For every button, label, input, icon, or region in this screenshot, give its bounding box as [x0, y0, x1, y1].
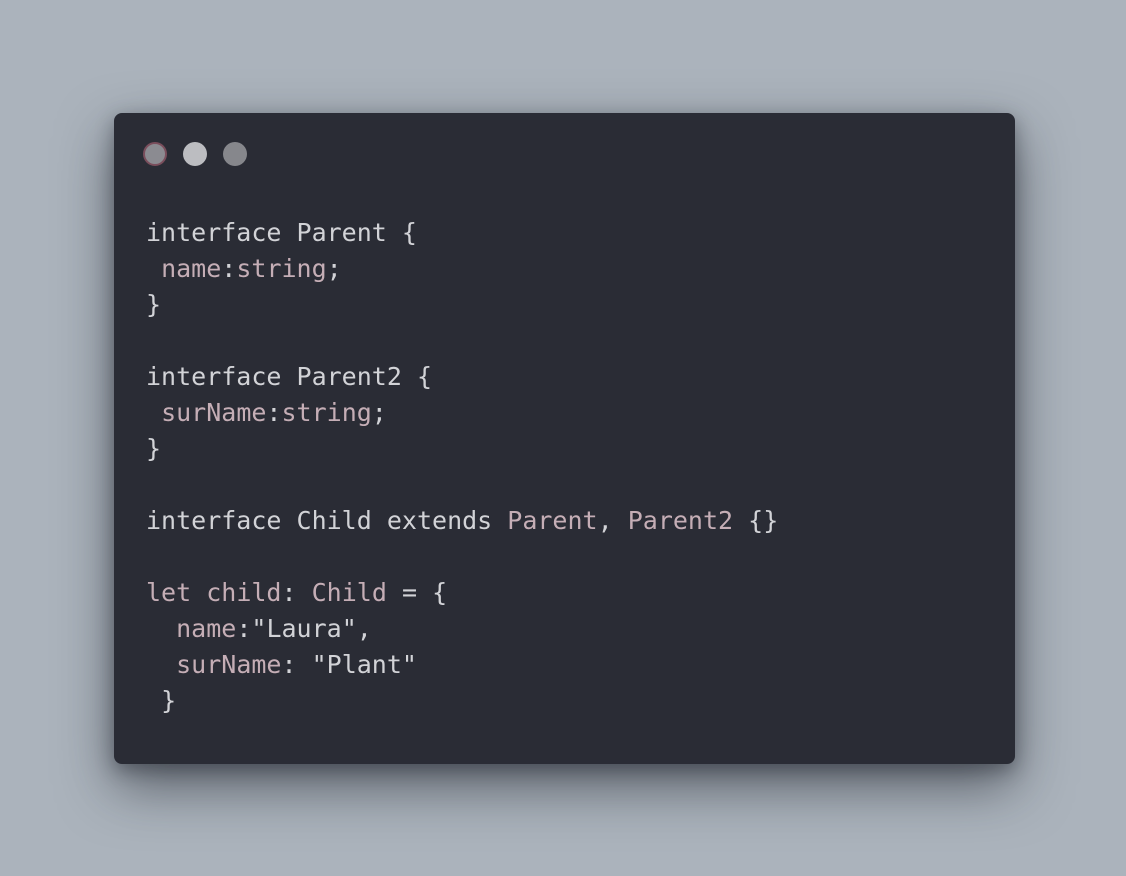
code-token: {}	[748, 506, 779, 535]
code-token: :	[236, 614, 252, 643]
code-line: surName: "Plant"	[146, 647, 778, 683]
code-token: ,	[356, 614, 372, 643]
code-line: name:"Laura",	[146, 611, 778, 647]
code-token: string	[236, 254, 327, 283]
code-token: surName	[176, 650, 282, 679]
code-token: "Laura"	[251, 614, 357, 643]
code-line: ​	[146, 467, 778, 503]
code-line: let child: Child = {	[146, 575, 778, 611]
code-token: interface	[146, 506, 282, 535]
code-line: interface Parent {	[146, 215, 778, 251]
code-token: :	[281, 578, 297, 607]
code-token: }	[161, 686, 177, 715]
code-token: :	[266, 398, 282, 427]
code-token: Parent2	[296, 362, 402, 391]
code-token: interface	[146, 218, 282, 247]
code-line: interface Child extends Parent, Parent2 …	[146, 503, 778, 539]
code-token: string	[281, 398, 372, 427]
code-token: child	[206, 578, 282, 607]
code-line: surName:string;	[146, 395, 778, 431]
code-token: Parent	[296, 218, 387, 247]
code-token: ;	[371, 398, 387, 427]
code-token: ,	[597, 506, 613, 535]
code-token: =	[401, 578, 417, 607]
code-token: name	[161, 254, 222, 283]
code-token: ;	[326, 254, 342, 283]
code-token: extends	[386, 506, 493, 535]
code-token: surName	[161, 398, 267, 427]
code-token: Parent2	[627, 506, 734, 535]
code-line: name:string;	[146, 251, 778, 287]
code-block: interface Parent { name:string;}​interfa…	[146, 215, 778, 719]
code-token: {	[432, 578, 448, 607]
code-token: "Plant"	[311, 650, 417, 679]
code-token: Child	[311, 578, 387, 607]
code-token: {	[401, 218, 417, 247]
code-token: :	[281, 650, 297, 679]
code-line: }	[146, 683, 778, 719]
code-token: }	[146, 434, 162, 463]
code-line: }	[146, 431, 778, 467]
code-line: ​	[146, 323, 778, 359]
code-token: name	[176, 614, 237, 643]
code-line: }	[146, 287, 778, 323]
maximize-window-button[interactable]	[223, 142, 247, 166]
code-token: interface	[146, 362, 282, 391]
code-token: {	[416, 362, 433, 391]
code-token: :	[221, 254, 237, 283]
code-token: let	[146, 578, 192, 607]
code-token: Parent	[507, 506, 598, 535]
code-line: ​	[146, 539, 778, 575]
window-controls	[143, 142, 247, 166]
code-token: }	[146, 290, 162, 319]
code-line: interface Parent2 {	[146, 359, 778, 395]
code-token: Child	[296, 506, 372, 535]
close-window-button[interactable]	[143, 142, 167, 166]
code-window: interface Parent { name:string;}​interfa…	[114, 113, 1015, 764]
minimize-window-button[interactable]	[183, 142, 207, 166]
